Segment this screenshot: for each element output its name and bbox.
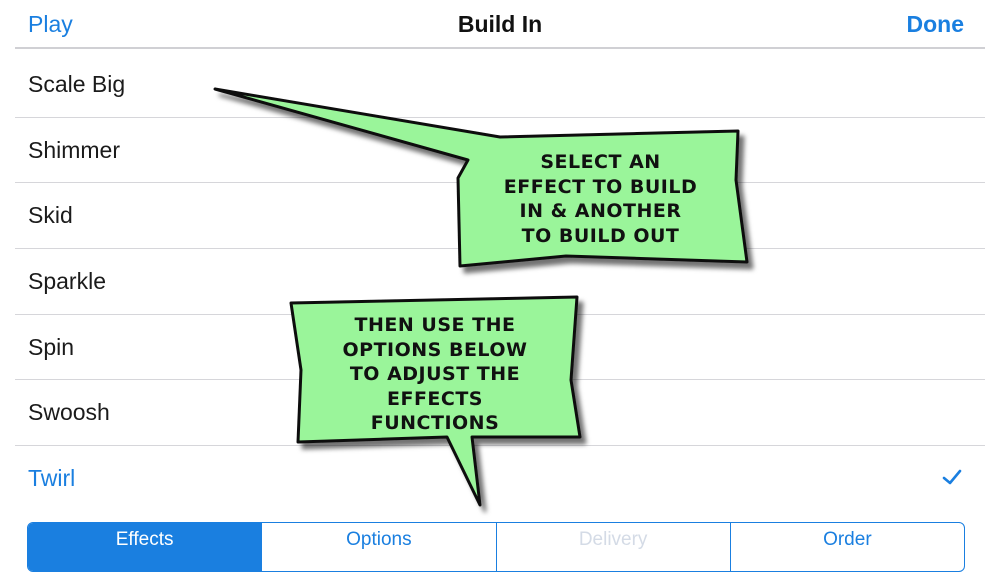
callout-text-select-effect: SELECT AN EFFECT TO BUILD IN & ANOTHER T… [503, 151, 698, 247]
tab-delivery: Delivery [495, 523, 730, 571]
tab-options[interactable]: Options [261, 523, 495, 571]
navigation-bar: Build In Play Done [0, 0, 1000, 50]
list-item-label: Sparkle [28, 268, 106, 295]
nav-divider [15, 47, 985, 49]
list-item-twirl[interactable]: Twirl [15, 446, 985, 512]
list-item-label: Skid [28, 202, 73, 229]
done-button[interactable]: Done [907, 8, 965, 40]
list-item-scale-big[interactable]: Scale Big [15, 52, 985, 118]
page-title: Build In [457, 11, 543, 37]
effects-list: Scale Big Shimmer Skid Sparkle Spin Swoo… [0, 52, 1000, 512]
list-item-label: Shimmer [28, 136, 121, 163]
segmented-control: Effects Options Delivery Order [27, 522, 965, 572]
list-item-label: Swoosh [28, 399, 110, 426]
list-item-label: Scale Big [28, 71, 126, 97]
callout-text-use-options: THEN USE THE OPTIONS BELOW TO ADJUST THE… [342, 314, 528, 434]
tab-effects[interactable]: Effects [28, 523, 262, 571]
list-item-label: Spin [28, 333, 75, 360]
play-button[interactable]: Play [28, 8, 73, 40]
checkmark-icon [942, 469, 962, 485]
list-item-sparkle[interactable]: Sparkle [15, 249, 985, 315]
list-item-label: Twirl [28, 465, 76, 492]
tab-order[interactable]: Order [729, 523, 964, 571]
